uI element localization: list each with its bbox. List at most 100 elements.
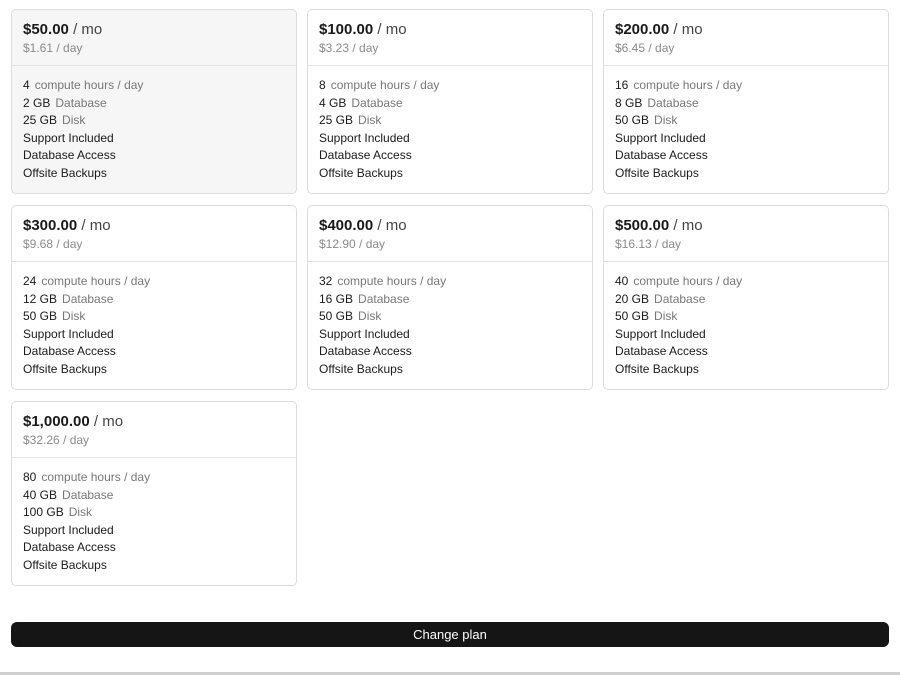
plan-period: / mo xyxy=(93,413,124,430)
plan-feature: 16 GB Database xyxy=(319,291,581,309)
change-plan-button[interactable]: Change plan xyxy=(11,622,889,647)
plan-period: / mo xyxy=(673,217,703,234)
plan-price: $500.00 xyxy=(615,217,670,234)
plan-feature: 25 GB Disk xyxy=(319,112,581,130)
plan-feature: 4 compute hours / day xyxy=(23,77,285,95)
plan-feature: 8 compute hours / day xyxy=(319,77,581,95)
feature-label: compute hours / day xyxy=(337,274,447,288)
feature-value: 25 GB xyxy=(319,113,354,128)
plan-period: / mo xyxy=(81,217,111,234)
plan-period: / mo xyxy=(377,21,407,38)
plan-price-line: $200.00 / mo xyxy=(615,21,877,39)
feature-label: Database xyxy=(62,487,114,502)
plan-daily-price: $16.13 / day xyxy=(615,237,682,251)
plan-header: $50.00 / mo $1.61 / day xyxy=(12,10,296,66)
plan-feature: 4 GB Database xyxy=(319,95,581,113)
plan-feature: Database Access xyxy=(615,147,877,165)
plan-price-line: $300.00 / mo xyxy=(23,217,285,235)
plan-header: $400.00 / mo $12.90 / day xyxy=(308,206,592,262)
plan-feature: 25 GB Disk xyxy=(23,112,285,130)
feature-text: Offsite Backups xyxy=(319,165,403,180)
plan-price: $50.00 xyxy=(23,21,69,38)
plan-card[interactable]: $50.00 / mo $1.61 / day 4 compute hours / d… xyxy=(11,9,297,194)
feature-text: Support Included xyxy=(319,130,410,145)
plan-card[interactable]: $400.00 / mo $12.90 / day 32 compute hours … xyxy=(307,205,593,390)
plan-feature: 32 compute hours / day xyxy=(319,273,581,291)
feature-value: 50 GB xyxy=(615,309,650,324)
plan-card[interactable]: $1,000.00 / mo $32.26 / day 80 compute hour… xyxy=(11,401,297,586)
plan-card[interactable]: $100.00 / mo $3.23 / day 8 compute hours / … xyxy=(307,9,593,194)
feature-value: 8 GB xyxy=(615,95,643,110)
plan-price-line: $50.00 / mo xyxy=(23,21,285,39)
plan-feature: Support Included xyxy=(615,130,877,148)
plan-daily-price: $9.68 / day xyxy=(23,237,83,251)
plan-daily-price: $6.45 / day xyxy=(615,41,675,55)
plan-feature: Support Included xyxy=(23,326,285,344)
feature-value: 32 xyxy=(319,274,333,288)
plan-price: $200.00 xyxy=(615,21,670,38)
feature-label: compute hours / day xyxy=(633,274,743,288)
plan-feature: 50 GB Disk xyxy=(615,112,877,130)
feature-label: compute hours / day xyxy=(330,78,440,92)
feature-text: Support Included xyxy=(23,522,114,537)
feature-text: Database Access xyxy=(615,148,708,163)
plan-card[interactable]: $500.00 / mo $16.13 / day 40 compute hours … xyxy=(603,205,889,390)
plan-feature: Database Access xyxy=(23,147,285,165)
feature-value: 50 GB xyxy=(319,309,354,324)
feature-label: Disk xyxy=(654,113,678,128)
plan-feature: Offsite Backups xyxy=(319,361,581,379)
plan-card[interactable]: $300.00 / mo $9.68 / day 24 compute hours /… xyxy=(11,205,297,390)
feature-text: Database Access xyxy=(23,148,116,163)
plan-daily-price: $32.26 / day xyxy=(23,433,90,447)
feature-label: Disk xyxy=(654,309,678,324)
feature-label: Database xyxy=(358,291,410,306)
plan-features: 24 compute hours / day 12 GB Database 50 GB D… xyxy=(12,262,296,379)
plan-feature: 2 GB Database xyxy=(23,95,285,113)
feature-value: 100 GB xyxy=(23,505,64,520)
feature-label: Disk xyxy=(62,113,86,128)
plan-features: 4 compute hours / day 2 GB Database 25 GB Dis… xyxy=(12,66,296,183)
feature-value: 40 GB xyxy=(23,487,58,502)
plan-price-line: $400.00 / mo xyxy=(319,217,581,235)
plan-header: $500.00 / mo $16.13 / day xyxy=(604,206,888,262)
plan-feature: 16 compute hours / day xyxy=(615,77,877,95)
plan-header: $100.00 / mo $3.23 / day xyxy=(308,10,592,66)
plan-price: $400.00 xyxy=(319,217,374,234)
feature-text: Support Included xyxy=(319,326,410,341)
plan-features: 32 compute hours / day 16 GB Database 50 GB D… xyxy=(308,262,592,379)
plan-feature: Support Included xyxy=(23,130,285,148)
plan-feature: 50 GB Disk xyxy=(319,308,581,326)
feature-value: 16 xyxy=(615,78,629,92)
feature-label: Disk xyxy=(358,309,382,324)
plan-feature: 100 GB Disk xyxy=(23,504,285,522)
plan-feature: 80 compute hours / day xyxy=(23,469,285,487)
plan-daily-price: $12.90 / day xyxy=(319,237,386,251)
plan-feature: Database Access xyxy=(319,343,581,361)
feature-text: Database Access xyxy=(615,344,708,359)
plan-period: / mo xyxy=(73,21,103,38)
feature-label: Database xyxy=(55,95,107,110)
feature-text: Database Access xyxy=(23,344,116,359)
plan-card[interactable]: $200.00 / mo $6.45 / day 16 compute hours /… xyxy=(603,9,889,194)
feature-value: 20 GB xyxy=(615,291,650,306)
feature-label: compute hours / day xyxy=(41,274,151,288)
feature-value: 50 GB xyxy=(23,309,58,324)
plan-daily-price: $1.61 / day xyxy=(23,41,83,55)
feature-text: Database Access xyxy=(319,148,412,163)
plan-header: $200.00 / mo $6.45 / day xyxy=(604,10,888,66)
feature-text: Database Access xyxy=(23,540,116,555)
plan-feature: 8 GB Database xyxy=(615,95,877,113)
plan-feature: Database Access xyxy=(319,147,581,165)
plan-feature: 40 compute hours / day xyxy=(615,273,877,291)
feature-text: Offsite Backups xyxy=(319,361,403,376)
feature-label: Disk xyxy=(68,505,93,520)
plan-header: $300.00 / mo $9.68 / day xyxy=(12,206,296,262)
feature-text: Offsite Backups xyxy=(23,361,107,376)
plan-period: / mo xyxy=(673,21,703,38)
feature-text: Support Included xyxy=(615,130,706,145)
plan-feature: Offsite Backups xyxy=(23,361,285,379)
plan-price-line: $1,000.00 / mo xyxy=(23,413,285,431)
feature-value: 12 GB xyxy=(23,291,58,306)
plan-feature: Offsite Backups xyxy=(615,165,877,183)
plan-feature: 40 GB Database xyxy=(23,487,285,505)
